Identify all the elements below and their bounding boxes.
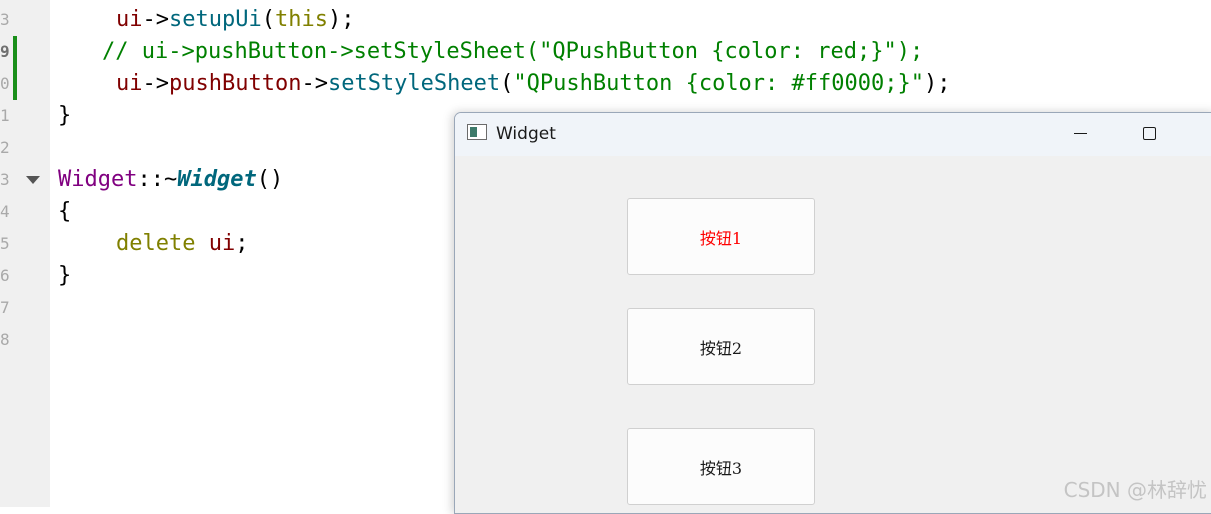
- editor-gutter: 3 9 0 1 2 3 4 5 6 7 8: [0, 0, 50, 507]
- code-token: ->: [301, 71, 328, 96]
- code-token: ::~: [137, 167, 178, 192]
- code-token: }: [58, 103, 72, 128]
- code-token: ui: [116, 7, 143, 32]
- maximize-button[interactable]: [1126, 113, 1172, 156]
- line-number: 2: [0, 138, 10, 157]
- line-number: 4: [0, 202, 10, 221]
- line-number: 3: [0, 10, 10, 29]
- line-number: 7: [0, 298, 10, 317]
- code-token: );: [327, 7, 355, 32]
- code-line: delete ui;: [116, 228, 248, 260]
- app-window-icon: [467, 124, 487, 140]
- code-token: {: [58, 199, 72, 224]
- line-number: 3: [0, 170, 10, 189]
- code-token: );: [924, 71, 951, 96]
- code-string: "QPushButton {color: #ff0000;}": [513, 71, 924, 96]
- modified-line-marker: [13, 36, 17, 100]
- line-number: 0: [0, 74, 10, 93]
- code-token: ;: [235, 231, 249, 256]
- code-token: Widget: [177, 167, 257, 192]
- minimize-icon: [1074, 133, 1087, 134]
- code-comment-line: // ui->pushButton->setStyleSheet("QPushB…: [102, 39, 924, 64]
- code-line: {: [58, 196, 71, 228]
- code-token: setStyleSheet: [327, 71, 501, 96]
- watermark: CSDN @林辞忧: [1063, 478, 1207, 502]
- line-number: 9: [0, 42, 10, 61]
- code-line: ui->pushButton->setStyleSheet("QPushButt…: [116, 68, 951, 100]
- code-line: }: [58, 100, 71, 132]
- push-button-1[interactable]: 按钮1: [627, 198, 815, 275]
- fold-arrow-icon[interactable]: [26, 176, 40, 184]
- minimize-button[interactable]: [1057, 113, 1103, 156]
- code-line: }: [58, 260, 71, 292]
- line-number: 5: [0, 234, 10, 253]
- code-token: Widget: [58, 167, 138, 192]
- push-button-3[interactable]: 按钮3: [627, 428, 815, 505]
- code-token: ui: [208, 231, 236, 256]
- title-bar[interactable]: Widget: [455, 113, 1211, 156]
- line-number: 8: [0, 330, 10, 349]
- widget-window: Widget 按钮1 按钮2 按钮3: [454, 112, 1211, 514]
- push-button-2[interactable]: 按钮2: [627, 308, 815, 385]
- code-token: delete: [116, 231, 196, 256]
- code-token: ui: [116, 71, 143, 96]
- line-number: 1: [0, 106, 10, 125]
- window-title: Widget: [496, 124, 556, 144]
- code-token: this: [274, 7, 328, 32]
- code-token: setupUi: [169, 7, 262, 32]
- code-line: Widget::~Widget(): [58, 164, 283, 196]
- code-line: ui->setupUi(this);: [116, 4, 354, 36]
- code-token: (: [500, 71, 514, 96]
- code-token: ->: [142, 7, 170, 32]
- line-number: 6: [0, 266, 10, 285]
- code-token: (): [256, 167, 284, 192]
- maximize-icon: [1143, 127, 1156, 140]
- code-token: pushButton: [169, 71, 302, 96]
- code-token: }: [58, 263, 72, 288]
- code-token: ->: [142, 71, 170, 96]
- code-token: (: [261, 7, 275, 32]
